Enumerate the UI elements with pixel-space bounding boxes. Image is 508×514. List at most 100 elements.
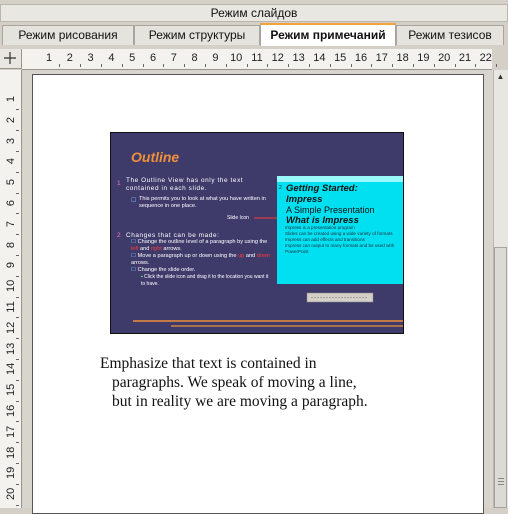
panel-line1: Getting Started:	[286, 183, 358, 194]
item1-text: The Outline View has only the text conta…	[126, 177, 244, 192]
svg-text:2: 2	[279, 185, 282, 191]
ruler-tick	[496, 64, 498, 67]
ruler-number: 2	[5, 116, 17, 123]
ruler-tick	[246, 64, 248, 67]
ruler-number: 22	[479, 52, 492, 64]
sub-item-1: ☐ Change the outline level of a paragrap…	[131, 239, 268, 252]
slide-graphic: Outline 1 The Outline View has only the …	[111, 133, 403, 333]
ruler-number: 11	[5, 301, 17, 313]
tab-drawing[interactable]: Режим рисования	[2, 25, 134, 45]
ruler-tick	[16, 400, 19, 402]
ruler-number: 18	[5, 446, 17, 459]
slide-thumbnail[interactable]: Outline 1 The Outline View has only the …	[110, 132, 404, 334]
ruler-tick	[329, 64, 331, 67]
ruler-number: 11	[251, 52, 263, 64]
ruler-tick	[184, 64, 186, 67]
scroll-up-icon[interactable]: ▲	[494, 70, 507, 84]
ruler-number: 6	[149, 52, 157, 64]
ruler-tick	[16, 338, 19, 340]
ruler-number: 13	[5, 342, 17, 355]
ruler-corner[interactable]	[0, 49, 22, 69]
notes-line-1: Emphasize that text is contained in	[100, 355, 317, 372]
ruler-number: 12	[271, 52, 284, 64]
ruler-number: 16	[5, 404, 17, 417]
ruler-tick	[392, 64, 394, 67]
ruler-number: 4	[5, 158, 17, 165]
ruler-tick	[475, 64, 477, 67]
sub-item-2: ☐ Move a paragraph up or down using the …	[131, 253, 271, 266]
ruler-number: 6	[5, 199, 17, 207]
item1-sub: This permits you to look at what you hav…	[139, 196, 266, 209]
ruler-number: 8	[5, 241, 17, 248]
ruler-tick	[59, 64, 61, 67]
ruler-number: 14	[5, 363, 17, 376]
ruler-tick	[267, 64, 269, 67]
panel-line2: Impress	[286, 194, 322, 205]
scrollbar-thumb[interactable]	[494, 247, 507, 508]
vertical-ruler[interactable]: 1 2 3 4 5 6 7 8 9 10 11 12 13 14 15 16 17 18 19 20	[0, 70, 22, 508]
ruler-tick	[16, 379, 19, 381]
ruler-number: 3	[87, 52, 94, 64]
ruler-number: 3	[5, 137, 17, 144]
tab-notes[interactable]: Режим примечаний	[260, 23, 396, 46]
ruler-tick	[121, 64, 123, 67]
sub-item-3: ☐ Change the slide order.	[131, 267, 196, 273]
slide-mode-button[interactable]: Режим слайдов	[0, 4, 508, 22]
ruler-tick	[16, 109, 19, 111]
ruler-number: 5	[129, 52, 136, 64]
ruler-number: 10	[230, 52, 243, 64]
ruler-tick	[16, 421, 19, 423]
ruler-number: 9	[5, 262, 17, 269]
ruler-tick	[16, 171, 19, 173]
ruler-tick	[16, 151, 19, 152]
ruler-tick	[16, 317, 19, 319]
ruler-tick	[16, 463, 19, 464]
ruler-tick	[16, 130, 19, 132]
ruler-number: 15	[5, 383, 17, 397]
ruler-tick	[16, 213, 19, 215]
ruler-number: 20	[5, 487, 17, 501]
ruler-number: 10	[5, 279, 17, 293]
ruler-number: 2	[66, 52, 73, 64]
ruler-number: 5	[5, 179, 17, 186]
ruler-number: 13	[292, 52, 305, 64]
ruler-number: 7	[170, 52, 177, 64]
ruler-number: 21	[458, 52, 472, 64]
ruler-tick	[16, 275, 19, 277]
tab-stop-icon	[4, 52, 16, 64]
ruler-tick	[16, 504, 19, 506]
ruler-tick	[16, 234, 19, 236]
ruler-tick	[16, 255, 19, 256]
ruler-tick	[225, 64, 227, 67]
ruler-number: 9	[212, 52, 219, 64]
ruler-number: 4	[108, 52, 115, 64]
horizontal-ruler[interactable]: 1 2 3 4 5 6 7 8 9 10 11 12 13 14 15 16 17 18 19 20 21 22	[22, 49, 498, 70]
ruler-tick	[142, 64, 144, 67]
ruler-tick	[16, 359, 19, 360]
ruler-tick	[16, 442, 19, 444]
ruler-number: 14	[313, 52, 326, 64]
ruler-tick	[101, 64, 102, 67]
ruler-tick	[413, 64, 414, 67]
notes-line-3: but in reality we are moving a paragraph…	[112, 393, 368, 410]
sub-item-3-detail: ▪ Click the slide icon and drag it to th…	[141, 274, 269, 287]
ruler-number: 1	[5, 95, 17, 103]
ruler-number: 12	[5, 321, 17, 334]
item1-number: 1	[117, 180, 121, 187]
svg-text:☐: ☐	[131, 197, 136, 204]
notes-text[interactable]: Emphasize that text is contained in para…	[100, 354, 420, 411]
ruler-tick	[205, 64, 206, 67]
slide-icon-label: Slide Icon	[227, 215, 249, 221]
ruler-number: 16	[354, 52, 368, 64]
ruler-tick	[350, 64, 352, 67]
panel-line3: A Simple Presentation	[286, 205, 375, 215]
ruler-number: 18	[396, 52, 409, 64]
tab-outline[interactable]: Режим структуры	[134, 25, 260, 45]
tab-handouts[interactable]: Режим тезисов	[396, 25, 504, 45]
ruler-number: 19	[417, 52, 430, 64]
ruler-tick	[433, 64, 435, 67]
ruler-tick	[16, 483, 19, 485]
ruler-tick	[16, 192, 19, 194]
ruler-tick	[454, 64, 456, 67]
ruler-tick	[80, 64, 82, 67]
